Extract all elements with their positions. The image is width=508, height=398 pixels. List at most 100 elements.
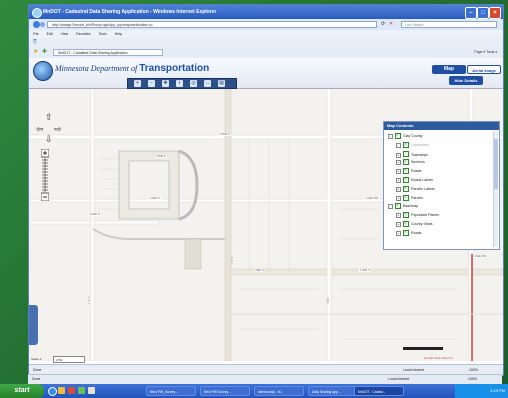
layer-checkbox[interactable] xyxy=(403,221,409,227)
toc-layer-item[interactable]: + Roads xyxy=(396,229,421,236)
layer-checkbox[interactable] xyxy=(403,194,409,201)
toc-scrollbar[interactable] xyxy=(493,131,498,247)
ramp-curve xyxy=(178,149,199,221)
menu-favorites[interactable]: Favorites xyxy=(76,32,90,36)
toc-layer-item[interactable]: + County Seats xyxy=(396,221,433,227)
layer-checkbox[interactable] xyxy=(403,177,409,183)
toc-layer-item[interactable]: + Populated Places xyxy=(396,212,439,219)
print-tool-icon[interactable]: ▤ xyxy=(218,80,225,87)
expand-toggle-icon[interactable]: + xyxy=(396,230,401,236)
menu-help[interactable]: Help xyxy=(115,32,122,36)
layer-checkbox[interactable] xyxy=(395,203,401,210)
menu-edit[interactable]: Edit xyxy=(47,32,53,36)
expand-toggle-icon[interactable]: + xyxy=(396,169,401,175)
ie-quicklaunch-icon[interactable] xyxy=(48,387,57,396)
app2-quicklaunch-icon[interactable] xyxy=(78,387,85,394)
command-bar-tools[interactable]: Page ▾ Tools ▾ xyxy=(474,49,497,56)
layer-checkbox[interactable] xyxy=(395,133,401,139)
app3-quicklaunch-icon[interactable] xyxy=(88,387,95,394)
road-label: 8 ST S xyxy=(88,295,92,306)
expand-toggle-icon[interactable]: + xyxy=(396,222,401,227)
pan-down-icon[interactable]: ⇩ xyxy=(45,135,53,144)
title-bar: MnDOT - Cadastral Data Sharing Applicati… xyxy=(29,5,503,19)
toc-layer-item[interactable]: + Landmarks xyxy=(396,141,429,148)
measure-tool-icon[interactable]: ↔ xyxy=(204,80,211,87)
layer-checkbox[interactable] xyxy=(403,229,409,236)
pan-up-icon[interactable]: ⇧ xyxy=(45,113,53,122)
expand-toggle-icon[interactable]: − xyxy=(388,204,393,210)
expand-toggle-icon[interactable]: + xyxy=(396,152,401,158)
add-favorites-icon[interactable]: ✚ xyxy=(42,48,47,55)
toc-layer-item[interactable]: + Parcels Labels xyxy=(396,185,435,192)
layer-checkbox[interactable] xyxy=(403,150,409,157)
mndot-logo xyxy=(33,61,53,81)
zoom-in-tool-icon[interactable]: + xyxy=(134,80,141,87)
toc-layer-item[interactable]: + Townships xyxy=(396,150,428,158)
agency-name-bold: Transportation xyxy=(139,63,210,74)
layer-checkbox[interactable] xyxy=(403,159,409,166)
taskbar-window-button[interactable]: sidebar.asp - M... xyxy=(254,386,304,396)
expand-toggle-icon[interactable]: + xyxy=(396,160,401,166)
zoom-slider[interactable] xyxy=(41,149,49,201)
toc-layer-item[interactable]: + Parcels xyxy=(396,194,423,201)
side-panel-tab[interactable] xyxy=(29,305,38,345)
pan-left-icon[interactable]: ⇦ xyxy=(36,125,44,134)
map-contents-title: Map Contents xyxy=(384,122,499,130)
layer-checkbox[interactable] xyxy=(403,141,409,148)
browser-window: MnDOT - Cadastral Data Sharing Applicati… xyxy=(28,4,504,376)
map-view-button[interactable]: Map xyxy=(432,65,466,74)
menu-file[interactable]: File xyxy=(33,32,39,36)
toc-layer-item[interactable]: − Basemap xyxy=(388,203,418,210)
identify-tool-icon[interactable]: i xyxy=(176,80,183,87)
maximize-button[interactable]: □ xyxy=(477,7,489,19)
hide-details-button[interactable]: Hide Details xyxy=(449,76,483,85)
scale-bar xyxy=(403,347,443,350)
toc-scroll-thumb[interactable] xyxy=(494,139,498,189)
taskbar-window-button[interactable]: Next PW Survey... xyxy=(200,386,250,396)
stop-icon[interactable]: ✕ xyxy=(389,21,393,27)
back-icon[interactable] xyxy=(33,21,40,28)
layer-label: Populated Places xyxy=(411,213,439,218)
menu-tools[interactable]: Tools xyxy=(99,32,107,36)
scale-input[interactable]: 4731 xyxy=(53,356,85,363)
road-label: 4 AVE N xyxy=(155,155,167,158)
forward-icon[interactable] xyxy=(40,22,45,27)
full-extent-icon[interactable]: ◎ xyxy=(190,80,197,87)
menu-view[interactable]: View xyxy=(61,32,69,36)
outer-zoom-level[interactable]: 100% xyxy=(468,375,477,384)
road-label: 3 AVE SW xyxy=(473,255,487,258)
taskbar-window-button[interactable]: Next PW_Survey... xyxy=(146,386,196,396)
toc-layer-item[interactable]: + Roads xyxy=(396,168,421,175)
layer-checkbox[interactable] xyxy=(403,212,409,219)
favorites-star-icon[interactable]: ★ xyxy=(33,48,38,55)
folder-quicklaunch-icon[interactable] xyxy=(58,387,65,394)
expand-toggle-icon[interactable]: + xyxy=(396,142,401,148)
aerial-image-button[interactable]: Aerial Image xyxy=(467,65,501,74)
toc-layer-item[interactable]: − Clay County xyxy=(388,133,423,139)
expand-toggle-icon[interactable]: + xyxy=(396,178,401,183)
links-icon[interactable]: ⎘ xyxy=(33,39,37,45)
pan-tool-icon[interactable]: ✥ xyxy=(162,80,169,87)
taskbar-window-button[interactable]: MnDOT - Cadast... xyxy=(354,386,404,396)
address-input[interactable]: http://dotapp7/mndot_bin/ProxyLoginApp_i… xyxy=(47,21,377,28)
layer-label: Roads Labels xyxy=(411,178,433,182)
app-quicklaunch-icon[interactable] xyxy=(68,387,75,394)
expand-toggle-icon[interactable]: + xyxy=(396,213,401,219)
layer-checkbox[interactable] xyxy=(403,185,409,192)
road-label: 8 ST S xyxy=(231,255,235,266)
toc-layer-item[interactable]: + Sections xyxy=(396,159,425,166)
toc-layer-item[interactable]: + Roads Labels xyxy=(396,177,433,183)
pan-right-icon[interactable]: ⇨ xyxy=(54,125,62,134)
expand-toggle-icon[interactable]: + xyxy=(396,186,401,192)
refresh-icon[interactable]: ⟳ xyxy=(381,21,385,27)
expand-toggle-icon[interactable]: − xyxy=(388,134,393,139)
zoom-out-tool-icon[interactable]: − xyxy=(148,80,155,87)
start-button[interactable]: start xyxy=(0,384,44,398)
layer-checkbox[interactable] xyxy=(403,168,409,175)
minimize-button[interactable]: – xyxy=(465,7,477,19)
browser-tab[interactable]: MnDOT - Cadastral Data Sharing Applicati… xyxy=(53,49,163,56)
close-button[interactable]: × xyxy=(489,7,501,19)
expand-toggle-icon[interactable]: + xyxy=(396,195,401,201)
taskbar-window-button[interactable]: Data Sharing App... xyxy=(308,386,358,396)
search-input[interactable]: Live Search xyxy=(401,21,497,28)
